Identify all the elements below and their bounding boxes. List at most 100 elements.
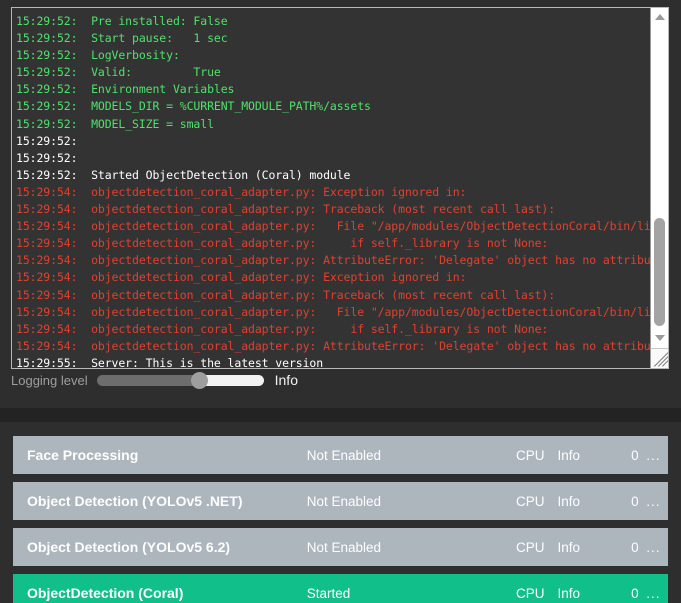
log-message: objectdetection_coral_adapter.py: Traceb… bbox=[77, 202, 556, 217]
module-log-level: Info bbox=[557, 585, 580, 601]
log-line: 15:29:54: objectdetection_coral_adapter.… bbox=[16, 287, 650, 304]
scroll-down-arrow[interactable] bbox=[651, 329, 668, 346]
module-processor: CPU bbox=[515, 539, 545, 555]
log-panel: 15:29:52: Pre installed: False 15:29:52: … bbox=[11, 7, 669, 369]
log-message: MODEL_SIZE = small bbox=[77, 116, 214, 131]
modules-list: Face Processing Not Enabled CPU Info 0... Obj… bbox=[13, 436, 668, 603]
slider-thumb[interactable] bbox=[190, 371, 208, 389]
log-timestamp: 15:29:54: bbox=[16, 287, 78, 302]
log-timestamp: 15:29:52: bbox=[16, 65, 78, 80]
log-timestamp: 15:29:54: bbox=[16, 321, 78, 336]
log-message: Server: This is the latest version bbox=[77, 355, 324, 368]
row-spacer bbox=[13, 475, 668, 482]
log-message: Valid: True bbox=[77, 65, 221, 80]
logging-level-label: Logging level bbox=[11, 372, 88, 388]
log-timestamp: 15:29:55: bbox=[16, 355, 78, 368]
module-count: 0 bbox=[631, 493, 639, 509]
module-log-level: Info bbox=[557, 539, 580, 555]
log-message: Pre installed: False bbox=[77, 14, 228, 28]
module-processor: CPU bbox=[515, 447, 545, 463]
section-divider bbox=[0, 408, 681, 422]
module-more-menu-button[interactable]: ... bbox=[639, 448, 668, 463]
module-status: Not Enabled bbox=[306, 493, 382, 509]
log-line: 15:29:54: objectdetection_coral_adapter.… bbox=[16, 201, 650, 218]
log-timestamp: 15:29:54: bbox=[16, 236, 78, 251]
log-message: objectdetection_coral_adapter.py: Except… bbox=[77, 184, 467, 199]
module-processor: CPU bbox=[515, 493, 545, 509]
module-status: Started bbox=[306, 585, 351, 601]
log-line: 15:29:54: objectdetection_coral_adapter.… bbox=[16, 304, 650, 321]
log-line: 15:29:54: objectdetection_coral_adapter.… bbox=[16, 235, 650, 252]
logging-level-value: Info bbox=[274, 372, 298, 388]
triangle-down-icon bbox=[654, 334, 665, 341]
module-more-menu-button[interactable]: ... bbox=[639, 540, 668, 555]
module-row[interactable]: Object Detection (YOLOv5 6.2) Not Enabled… bbox=[13, 528, 668, 567]
log-timestamp: 15:29:52: bbox=[16, 48, 78, 63]
log-line: 15:29:52: bbox=[16, 150, 650, 167]
log-timestamp: 15:29:54: bbox=[16, 202, 78, 217]
module-more-menu-button[interactable]: ... bbox=[639, 586, 668, 601]
module-count: 0 bbox=[631, 585, 639, 601]
log-message: objectdetection_coral_adapter.py: Except… bbox=[77, 270, 467, 285]
log-line: 15:29:52: MODELS_DIR = %CURRENT_MODULE_P… bbox=[16, 98, 650, 115]
module-row[interactable]: ObjectDetection (Coral) Started CPU Info 0..… bbox=[13, 574, 668, 603]
triangle-up-icon bbox=[654, 13, 665, 20]
log-output[interactable]: 15:29:52: Pre installed: False 15:29:52: … bbox=[12, 8, 650, 368]
log-timestamp: 15:29:52: bbox=[16, 116, 78, 131]
log-timestamp: 15:29:54: bbox=[16, 253, 78, 268]
log-line: 15:29:52: Start pause: 1 sec bbox=[16, 30, 650, 47]
log-timestamp: 15:29:52: bbox=[16, 150, 78, 165]
log-message: Started ObjectDetection (Coral) module bbox=[77, 167, 351, 182]
log-message: objectdetection_coral_adapter.py: Attrib… bbox=[77, 338, 650, 353]
log-line: 15:29:54: objectdetection_coral_adapter.… bbox=[16, 218, 650, 235]
logging-level-control: Logging level Info bbox=[11, 369, 669, 391]
module-log-level: Info bbox=[557, 493, 580, 509]
logging-level-slider[interactable] bbox=[96, 371, 264, 389]
log-timestamp: 15:29:52: bbox=[16, 133, 78, 148]
log-line: 15:29:52: Environment Variables bbox=[16, 81, 650, 98]
log-line: 15:29:52: Valid: True bbox=[16, 64, 650, 81]
log-line: 15:29:52: Pre installed: False bbox=[16, 13, 650, 30]
log-message: objectdetection_coral_adapter.py: File "… bbox=[77, 304, 650, 319]
log-timestamp: 15:29:54: bbox=[16, 184, 78, 199]
log-timestamp: 15:29:52: bbox=[16, 14, 78, 28]
module-name: Face Processing bbox=[27, 447, 139, 463]
log-line: 15:29:52: bbox=[16, 133, 650, 150]
log-vertical-scrollbar[interactable] bbox=[650, 8, 668, 368]
log-timestamp: 15:29:52: bbox=[16, 167, 78, 182]
module-log-level: Info bbox=[557, 447, 580, 463]
module-row[interactable]: Object Detection (YOLOv5 .NET) Not Enable… bbox=[13, 482, 668, 521]
scrollbar-thumb[interactable] bbox=[654, 218, 665, 326]
log-line: 15:29:55: Server: This is the latest ver… bbox=[16, 355, 650, 368]
log-timestamp: 15:29:54: bbox=[16, 304, 78, 319]
scroll-up-arrow[interactable] bbox=[651, 8, 668, 25]
log-message: MODELS_DIR = %CURRENT_MODULE_PATH%/asset… bbox=[77, 99, 371, 114]
log-line: 15:29:52: MODEL_SIZE = small bbox=[16, 116, 650, 133]
log-line: 15:29:52: LogVerbosity: bbox=[16, 47, 650, 64]
log-message: objectdetection_coral_adapter.py: Traceb… bbox=[77, 287, 556, 302]
log-timestamp: 15:29:54: bbox=[16, 219, 78, 234]
log-line: 15:29:52: Started ObjectDetection (Coral… bbox=[16, 167, 650, 184]
log-timestamp: 15:29:52: bbox=[16, 82, 78, 97]
appcenter-dashboard: 15:29:52: Pre installed: False 15:29:52: … bbox=[0, 0, 681, 603]
log-message: LogVerbosity: bbox=[77, 48, 180, 63]
module-name: ObjectDetection (Coral) bbox=[27, 585, 184, 601]
module-status: Not Enabled bbox=[306, 539, 382, 555]
row-spacer bbox=[13, 521, 668, 528]
module-count: 0 bbox=[631, 447, 639, 463]
log-message: objectdetection_coral_adapter.py: if sel… bbox=[77, 236, 549, 251]
log-line: 15:29:54: objectdetection_coral_adapter.… bbox=[16, 184, 650, 201]
module-count: 0 bbox=[631, 539, 639, 555]
module-name: Object Detection (YOLOv5 .NET) bbox=[27, 493, 243, 509]
log-timestamp: 15:29:54: bbox=[16, 338, 78, 353]
module-row[interactable]: Face Processing Not Enabled CPU Info 0... bbox=[13, 436, 668, 475]
log-timestamp: 15:29:52: bbox=[16, 99, 78, 114]
resize-grip-icon[interactable] bbox=[650, 348, 668, 368]
log-timestamp: 15:29:54: bbox=[16, 270, 78, 285]
module-more-menu-button[interactable]: ... bbox=[639, 494, 668, 509]
log-line: 15:29:54: objectdetection_coral_adapter.… bbox=[16, 269, 650, 286]
module-processor: CPU bbox=[515, 585, 545, 601]
log-message: objectdetection_coral_adapter.py: if sel… bbox=[77, 321, 549, 336]
log-line: 15:29:54: objectdetection_coral_adapter.… bbox=[16, 338, 650, 355]
log-timestamp: 15:29:52: bbox=[16, 31, 78, 46]
